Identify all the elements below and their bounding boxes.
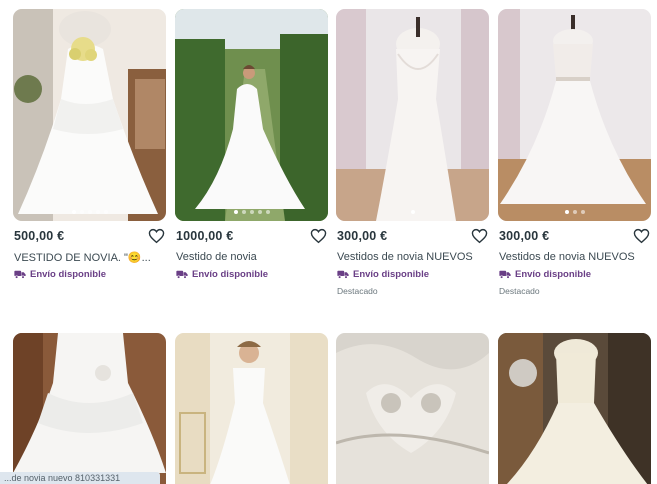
carousel-dot[interactable] xyxy=(580,210,585,214)
carousel-dot[interactable] xyxy=(410,210,415,214)
listing-image[interactable] xyxy=(498,9,651,221)
shipping-badge: Envío disponible xyxy=(14,269,106,280)
shipping-label: Envío disponible xyxy=(192,269,269,280)
listing-price: 300,00 € xyxy=(337,229,388,243)
shipping-label: Envío disponible xyxy=(30,269,107,280)
heart-icon[interactable] xyxy=(471,228,488,244)
carousel-dot[interactable] xyxy=(103,210,108,214)
carousel-dots xyxy=(498,210,651,214)
carousel-dots xyxy=(336,210,489,214)
carousel-dots xyxy=(13,210,166,214)
shipping-badge: Envío disponible xyxy=(337,269,429,280)
listing-title[interactable]: Vestidos de novia NUEVOS xyxy=(337,251,477,263)
carousel-dot[interactable] xyxy=(572,210,577,214)
carousel-dot[interactable] xyxy=(564,210,569,214)
truck-icon xyxy=(176,270,188,279)
listing-image[interactable] xyxy=(13,9,166,221)
truck-icon xyxy=(499,270,511,279)
carousel-dot[interactable] xyxy=(233,210,238,214)
shipping-label: Envío disponible xyxy=(515,269,592,280)
listing-image[interactable] xyxy=(498,333,651,484)
listing-price: 500,00 € xyxy=(14,229,65,243)
listing-image[interactable] xyxy=(175,9,328,221)
carousel-dot[interactable] xyxy=(257,210,262,214)
truck-icon xyxy=(14,270,26,279)
listing-title[interactable]: Vestidos de novia NUEVOS xyxy=(499,251,639,263)
shipping-label: Envío disponible xyxy=(353,269,430,280)
carousel-dot[interactable] xyxy=(71,210,76,214)
carousel-dot[interactable] xyxy=(79,210,84,214)
status-bar: ...de novia nuevo 810331331 xyxy=(0,472,160,484)
listing-image[interactable] xyxy=(13,333,166,484)
shipping-badge: Envío disponible xyxy=(499,269,591,280)
listing-image[interactable] xyxy=(175,333,328,484)
featured-label: Destacado xyxy=(337,286,378,296)
heart-icon[interactable] xyxy=(310,228,327,244)
heart-icon[interactable] xyxy=(633,228,650,244)
carousel-dot[interactable] xyxy=(265,210,270,214)
carousel-dot[interactable] xyxy=(241,210,246,214)
listing-image[interactable] xyxy=(336,333,489,484)
shipping-badge: Envío disponible xyxy=(176,269,268,280)
heart-icon[interactable] xyxy=(148,228,165,244)
carousel-dot[interactable] xyxy=(87,210,92,214)
listing-title[interactable]: VESTIDO DE NOVIA. "😊... xyxy=(14,251,154,264)
carousel-dot[interactable] xyxy=(249,210,254,214)
listing-title[interactable]: Vestido de novia xyxy=(176,251,316,263)
featured-label: Destacado xyxy=(499,286,540,296)
listing-price: 300,00 € xyxy=(499,229,550,243)
carousel-dots xyxy=(175,210,328,214)
listing-image[interactable] xyxy=(336,9,489,221)
truck-icon xyxy=(337,270,349,279)
carousel-dot[interactable] xyxy=(95,210,100,214)
listing-price: 1000,00 € xyxy=(176,229,234,243)
